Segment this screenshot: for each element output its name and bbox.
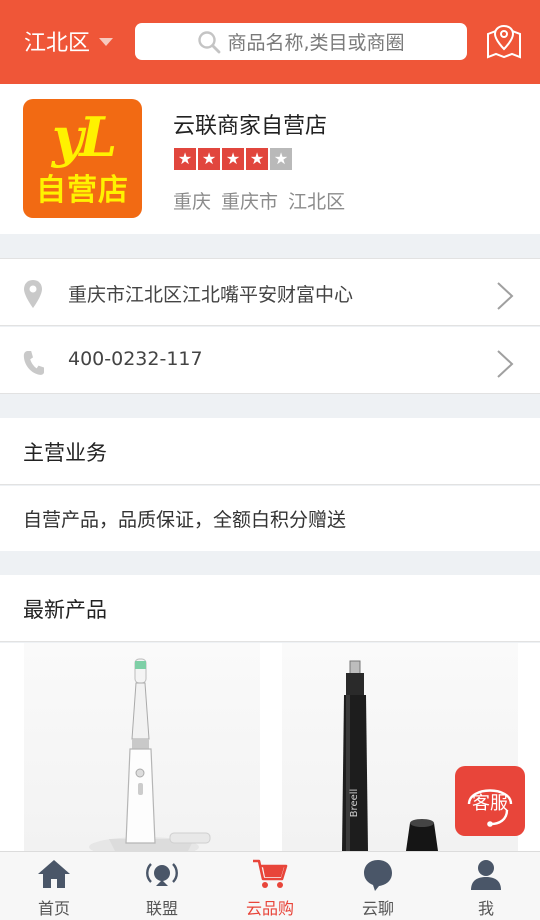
search-icon <box>198 30 221 53</box>
service-label: 客服 <box>472 793 508 814</box>
business-title: 主营业务 <box>23 441 107 465</box>
customer-service-button[interactable]: 客服 <box>455 766 525 836</box>
product-card-toothbrush[interactable] <box>24 643 260 851</box>
alliance-icon <box>146 863 178 886</box>
tab-label: 首页 <box>37 899 70 918</box>
phone-icon <box>23 351 44 375</box>
search-box[interactable]: 商品名称,类目或商圈 <box>135 23 467 60</box>
district-selector[interactable]: 江北区 <box>24 24 114 58</box>
map-icon[interactable] <box>484 22 524 62</box>
tab-label: 云品购 <box>245 899 294 918</box>
shop-location: 重庆 重庆市 江北区 <box>173 191 346 213</box>
tab-cloud-shop[interactable]: 云品购 <box>216 852 324 920</box>
tab-alliance[interactable]: 联盟 <box>108 852 216 920</box>
tab-me[interactable]: 我 <box>432 852 540 920</box>
phone-row[interactable]: 400-0232-117 <box>0 327 540 394</box>
phone-number: 400-0232-117 <box>68 348 203 370</box>
district-label: 江北区 <box>24 31 91 56</box>
star-filled-icon: ★ <box>222 148 244 170</box>
user-icon <box>471 860 501 890</box>
tab-label: 我 <box>477 899 494 918</box>
shop-name: 云联商家自营店 <box>173 114 328 139</box>
star-empty-icon: ★ <box>270 148 292 170</box>
latest-products-header: 最新产品 <box>0 575 540 642</box>
home-icon <box>38 860 70 888</box>
bottom-tab-bar: 首页 联盟 云品购 云聊 我 <box>0 851 540 920</box>
star-filled-icon: ★ <box>198 148 220 170</box>
location-pin-icon <box>24 280 42 308</box>
chevron-right-icon <box>497 282 514 310</box>
chat-icon <box>364 860 392 891</box>
rating-stars: ★ ★ ★ ★ ★ <box>174 148 292 170</box>
business-description: 自营产品，品质保证，全额白积分赠送 <box>23 509 347 531</box>
cart-icon <box>253 859 288 888</box>
star-filled-icon: ★ <box>246 148 268 170</box>
business-section-header: 主营业务 <box>0 418 540 485</box>
logo-cn-text: 自营店 <box>36 173 129 208</box>
shop-logo: yL 自营店 <box>23 99 142 218</box>
top-bar: 江北区 商品名称,类目或商圈 <box>0 0 540 84</box>
tab-label: 云聊 <box>361 899 394 918</box>
tab-chat[interactable]: 云聊 <box>324 852 432 920</box>
tab-label: 联盟 <box>145 899 178 918</box>
trimmer-brand: Breell <box>349 789 360 818</box>
shop-card: yL 自营店 云联商家自营店 ★ ★ ★ ★ ★ 重庆 重庆市 江北区 <box>0 84 540 234</box>
address-row[interactable]: 重庆市江北区江北嘴平安财富中心 <box>0 258 540 326</box>
latest-products-title: 最新产品 <box>23 598 107 622</box>
toothbrush-image <box>89 658 211 851</box>
caret-down-icon <box>99 38 114 46</box>
chevron-right-icon <box>497 350 514 378</box>
search-placeholder: 商品名称,类目或商圈 <box>227 32 405 54</box>
business-description-box: 自营产品，品质保证，全额白积分赠送 <box>0 486 540 551</box>
star-filled-icon: ★ <box>174 148 196 170</box>
address-text: 重庆市江北区江北嘴平安财富中心 <box>68 284 354 306</box>
logo-latin-text: yL <box>51 105 117 169</box>
tab-home[interactable]: 首页 <box>0 852 108 920</box>
